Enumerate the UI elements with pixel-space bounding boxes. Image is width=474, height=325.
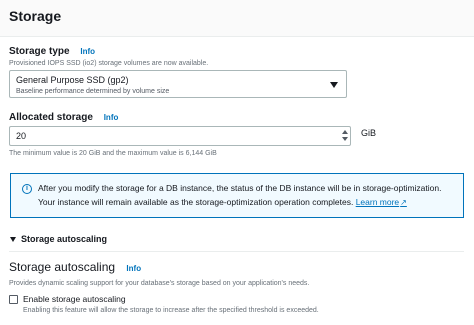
info-alert: i After you modify the storage for a DB … <box>10 173 464 218</box>
storage-type-label: Storage type <box>9 46 70 57</box>
storage-type-description: Provisioned IOPS SSD (io2) storage volum… <box>9 60 209 67</box>
allocated-storage-hint: The minimum value is 20 GiB and the maxi… <box>9 150 217 157</box>
divider <box>9 251 464 252</box>
allocated-storage-unit: GiB <box>361 128 377 138</box>
caret-down-icon <box>330 82 338 88</box>
allocated-storage-info-link[interactable]: Info <box>104 113 119 122</box>
autoscaling-info-link[interactable]: Info <box>126 264 141 273</box>
section-header: Storage <box>0 0 474 37</box>
allocated-storage-label-row: Allocated storage Info <box>9 112 118 123</box>
storage-type-label-row: Storage type Info <box>9 46 95 57</box>
enable-autoscaling-description: Enabling this feature will allow the sto… <box>23 307 319 314</box>
autoscaling-title: Storage autoscaling <box>9 260 116 274</box>
alert-text: After you modify the storage for a DB in… <box>38 181 460 210</box>
number-stepper[interactable] <box>342 129 348 143</box>
storage-type-selected-description: Baseline performance determined by volum… <box>16 88 170 95</box>
storage-autoscaling-expander[interactable]: Storage autoscaling <box>21 234 107 244</box>
storage-type-select[interactable]: General Purpose SSD (gp2) Baseline perfo… <box>9 70 347 98</box>
storage-type-selected-value: General Purpose SSD (gp2) <box>16 75 129 85</box>
autoscaling-title-row: Storage autoscaling Info <box>9 260 141 274</box>
stepper-up-icon[interactable] <box>342 130 348 134</box>
allocated-storage-label: Allocated storage <box>9 112 93 123</box>
caret-down-icon[interactable] <box>10 237 16 242</box>
stepper-down-icon[interactable] <box>342 137 348 141</box>
enable-autoscaling-label[interactable]: Enable storage autoscaling <box>23 294 126 304</box>
info-circle-icon: i <box>22 184 32 194</box>
allocated-storage-input[interactable] <box>9 126 351 146</box>
learn-more-link[interactable]: Learn more↗ <box>356 197 407 207</box>
learn-more-label: Learn more <box>355 197 400 207</box>
autoscaling-description: Provides dynamic scaling support for you… <box>9 280 310 287</box>
storage-type-info-link[interactable]: Info <box>80 47 95 56</box>
enable-autoscaling-checkbox[interactable] <box>9 295 18 304</box>
section-title: Storage <box>9 8 62 24</box>
external-link-icon: ↗ <box>400 198 407 207</box>
